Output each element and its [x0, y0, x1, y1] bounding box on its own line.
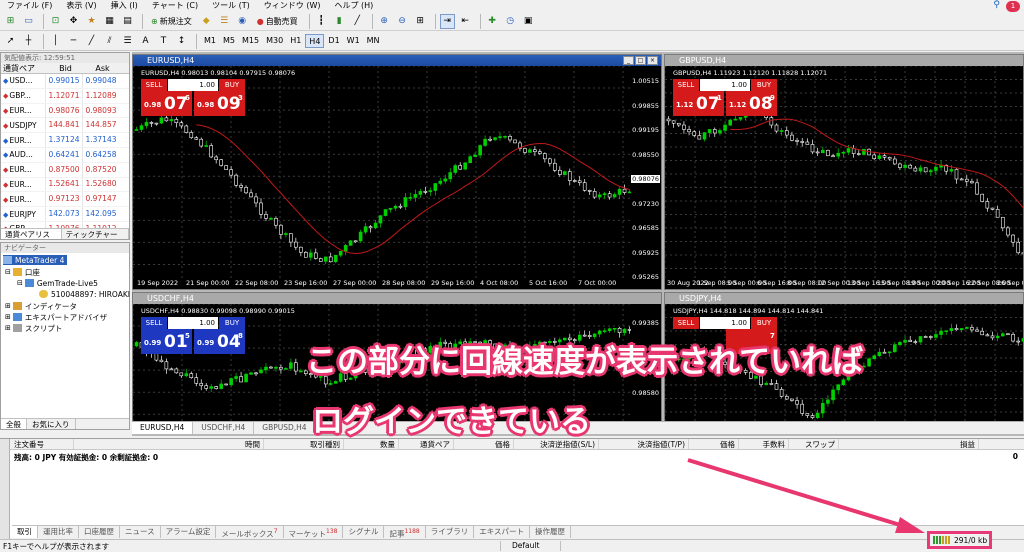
arrow-head — [895, 517, 925, 533]
arrow-shaft — [687, 458, 911, 530]
annotation-arrow — [687, 458, 925, 533]
